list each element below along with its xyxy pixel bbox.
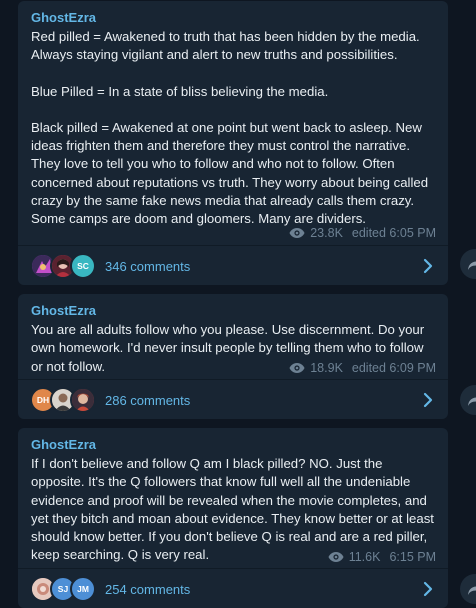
- share-icon: [468, 394, 476, 406]
- message-time: edited 6:05 PM: [351, 226, 436, 240]
- message-bubble[interactable]: GhostEzra If I don't believe and follow …: [18, 428, 448, 608]
- message-bubble[interactable]: GhostEzra You are all adults follow who …: [18, 294, 448, 419]
- message-paragraph: Red pilled = Awakened to truth that has …: [31, 29, 420, 63]
- comments-bar[interactable]: DH 286 comments: [18, 380, 448, 420]
- author-name[interactable]: GhostEzra: [31, 303, 436, 319]
- share-icon: [468, 583, 476, 595]
- view-count: 23.8K: [310, 226, 343, 240]
- message-meta: 23.8K edited 6:05 PM: [289, 225, 436, 241]
- message-bubble[interactable]: GhostEzra Red pilled = Awakened to truth…: [18, 1, 448, 285]
- eye-icon: [289, 228, 305, 238]
- share-button[interactable]: [460, 385, 476, 415]
- message-meta: 11.6K 6:15 PM: [328, 549, 436, 565]
- avatar: JM: [70, 576, 96, 602]
- comments-bar[interactable]: SJ JM 254 comments: [18, 569, 448, 608]
- avatar: SC: [70, 253, 96, 279]
- view-count: 11.6K: [348, 550, 381, 564]
- author-name[interactable]: GhostEzra: [31, 437, 436, 453]
- chevron-right-icon[interactable]: [422, 581, 434, 597]
- share-icon: [468, 258, 476, 270]
- comments-bar[interactable]: SC 346 comments: [18, 246, 448, 286]
- message-paragraph: Black pilled = Awakened at one point but…: [31, 119, 429, 227]
- author-name[interactable]: GhostEzra: [31, 10, 436, 26]
- comments-count[interactable]: 346 comments: [105, 259, 190, 274]
- chevron-right-icon[interactable]: [422, 392, 434, 408]
- message-paragraph: Blue Pilled = In a state of bliss believ…: [31, 83, 329, 99]
- commenter-avatars: SC: [30, 253, 96, 279]
- chevron-right-icon[interactable]: [422, 258, 434, 274]
- comments-count[interactable]: 254 comments: [105, 582, 190, 597]
- view-count: 18.9K: [310, 361, 343, 375]
- message-time: edited 6:09 PM: [351, 361, 436, 375]
- message-meta: 18.9K edited 6:09 PM: [289, 360, 436, 376]
- eye-icon: [289, 363, 305, 373]
- share-button[interactable]: [460, 574, 476, 604]
- channel-feed: GhostEzra Red pilled = Awakened to truth…: [0, 0, 476, 608]
- commenter-avatars: SJ JM: [30, 576, 96, 602]
- eye-icon: [328, 552, 344, 562]
- comments-count[interactable]: 286 comments: [105, 393, 190, 408]
- message-time: 6:15 PM: [389, 550, 436, 564]
- avatar: [70, 387, 96, 413]
- commenter-avatars: DH: [30, 387, 96, 413]
- share-button[interactable]: [460, 249, 476, 279]
